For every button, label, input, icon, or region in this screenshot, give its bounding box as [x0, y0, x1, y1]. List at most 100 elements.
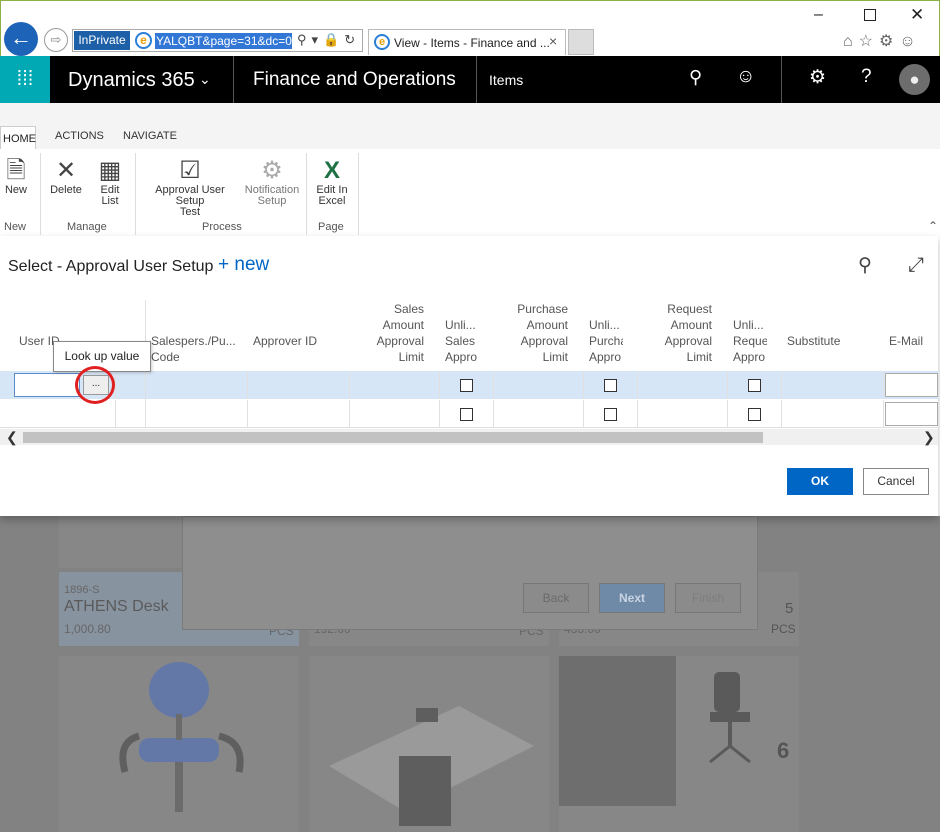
- feedback-smiley-icon[interactable]: ☺: [736, 66, 755, 88]
- edit-list-button[interactable]: ▦ Edit List: [92, 157, 128, 207]
- checkbox[interactable]: [748, 408, 761, 421]
- cell-substitute[interactable]: [782, 400, 884, 428]
- cell-request-limit[interactable]: [638, 400, 728, 428]
- forward-arrow-icon[interactable]: ⇨: [44, 28, 68, 52]
- cell-unlimited-sales[interactable]: [440, 371, 494, 399]
- collapse-ribbon-icon[interactable]: ⌃: [928, 219, 938, 233]
- item-tile-chair: [59, 656, 299, 832]
- settings-gear-icon[interactable]: ⚙: [809, 66, 826, 89]
- checkbox[interactable]: [604, 379, 617, 392]
- cell-unlimited-request[interactable]: [728, 400, 782, 428]
- address-bar-icons[interactable]: ⚲▾🔒↻: [297, 32, 360, 48]
- search-icon[interactable]: ⚲: [689, 67, 702, 88]
- app-launcher-icon[interactable]: ⁞⁞⁞: [0, 56, 50, 103]
- minimize-icon[interactable]: –: [814, 6, 823, 24]
- email-input[interactable]: [885, 373, 938, 397]
- cancel-button[interactable]: Cancel: [863, 468, 929, 495]
- header-line: Approval: [376, 334, 424, 348]
- notification-setup-button[interactable]: ⚙ Notification Setup: [243, 157, 301, 207]
- browser-tab[interactable]: e View - Items - Finance and ... ×: [368, 29, 566, 55]
- item-tile-dark: 6: [559, 656, 799, 832]
- cell-unlimited-request[interactable]: [728, 371, 782, 399]
- cell-approver-id[interactable]: [248, 400, 350, 428]
- page-breadcrumb[interactable]: Items: [489, 72, 523, 88]
- maximize-icon[interactable]: [864, 9, 876, 21]
- cell-request-limit[interactable]: [638, 371, 728, 399]
- ie-logo-icon: e: [374, 34, 390, 50]
- expand-icon[interactable]: ⤢: [908, 254, 924, 277]
- cell-approver-id[interactable]: [248, 371, 350, 399]
- search-icon[interactable]: ⚲: [297, 32, 312, 47]
- user-id-input[interactable]: [14, 373, 80, 397]
- cell-salesperson[interactable]: [146, 400, 248, 428]
- new-button[interactable]: 🗎 New: [2, 157, 30, 196]
- col-substitute[interactable]: Substitute: [787, 333, 840, 349]
- col-unlimited-sales[interactable]: Unli... Sales Appro: [445, 317, 479, 365]
- cell-unlimited-purchase[interactable]: [584, 371, 638, 399]
- tab-title: View - Items - Finance and ...: [394, 36, 550, 50]
- checkbox[interactable]: [460, 379, 473, 392]
- new-tab-button[interactable]: [568, 29, 594, 55]
- refresh-icon[interactable]: ↻: [344, 32, 360, 47]
- settings-gear-icon[interactable]: ⚙: [879, 33, 899, 50]
- email-input[interactable]: [885, 402, 938, 426]
- cell-unlimited-purchase[interactable]: [584, 400, 638, 428]
- cell[interactable]: [116, 400, 146, 428]
- delete-button[interactable]: ✕ Delete: [47, 157, 85, 196]
- wizard-next-button: Next: [599, 583, 665, 613]
- scroll-right-icon[interactable]: ❯: [923, 429, 935, 445]
- checkbox[interactable]: [748, 379, 761, 392]
- col-email[interactable]: E-Mail: [889, 333, 923, 349]
- tab-close-icon[interactable]: ×: [549, 33, 557, 49]
- cell-substitute[interactable]: [782, 371, 884, 399]
- ok-button[interactable]: OK: [787, 468, 853, 495]
- checkbox[interactable]: [460, 408, 473, 421]
- chevron-down-icon[interactable]: ⌄: [199, 71, 211, 88]
- header-line: Appro: [445, 350, 478, 364]
- table-row[interactable]: ...: [0, 371, 938, 399]
- scroll-left-icon[interactable]: ❮: [6, 429, 18, 445]
- edit-list-label-2: List: [101, 195, 119, 207]
- search-icon[interactable]: ⚲: [858, 254, 872, 277]
- browser-toolbar-icons[interactable]: ⌂☆⚙☺: [843, 31, 922, 51]
- brand-title[interactable]: Dynamics 365: [68, 69, 195, 92]
- approval-user-setup-test-button[interactable]: ☑ Approval User Setup Test: [140, 157, 240, 218]
- tab-actions[interactable]: ACTIONS: [55, 130, 104, 142]
- item-price: 1,000.80: [64, 622, 111, 636]
- cell-user-id[interactable]: [0, 400, 116, 428]
- action-pane: HOME ACTIONS NAVIGATE 🗎 New New ✕ Delete…: [0, 103, 940, 236]
- cell-salesperson[interactable]: [146, 371, 248, 399]
- dropdown-icon[interactable]: ▾: [312, 32, 324, 47]
- header-line: Sales: [393, 302, 424, 316]
- scrollbar-thumb[interactable]: [23, 432, 763, 443]
- edit-in-excel-button[interactable]: X Edit In Excel: [312, 157, 352, 207]
- tab-navigate[interactable]: NAVIGATE: [123, 130, 177, 142]
- cell-sales-limit[interactable]: [350, 371, 440, 399]
- col-sales-amount-limit[interactable]: Sales Amount Approval Limit: [350, 301, 424, 365]
- favorites-star-icon[interactable]: ☆: [859, 33, 879, 50]
- group-divider: [306, 153, 307, 235]
- cell-unlimited-sales[interactable]: [440, 400, 494, 428]
- col-purchase-amount-limit[interactable]: Purchase Amount Approval Limit: [494, 301, 568, 365]
- cell-purchase-limit[interactable]: [494, 371, 584, 399]
- cell-sales-limit[interactable]: [350, 400, 440, 428]
- col-request-amount-limit[interactable]: Request Amount Approval Limit: [638, 301, 712, 365]
- col-approver-id[interactable]: Approver ID: [253, 333, 317, 349]
- col-unlimited-purchase[interactable]: Unli... Purcha Appro: [589, 317, 623, 365]
- tab-home[interactable]: HOME: [0, 126, 36, 150]
- cell[interactable]: [116, 371, 146, 399]
- back-arrow-icon[interactable]: ←: [4, 22, 38, 56]
- cell-purchase-limit[interactable]: [494, 400, 584, 428]
- smiley-icon[interactable]: ☺: [899, 33, 921, 50]
- new-record-button[interactable]: + new: [218, 254, 269, 276]
- url-text[interactable]: YALQBT&page=31&dc=0: [155, 33, 292, 49]
- close-icon[interactable]: ✕: [910, 5, 924, 25]
- col-unlimited-request[interactable]: Unli... Reque Appro: [733, 317, 767, 365]
- horizontal-scrollbar[interactable]: ❮ ❯: [0, 429, 938, 445]
- table-row[interactable]: [0, 400, 938, 428]
- home-icon[interactable]: ⌂: [843, 33, 859, 50]
- user-avatar-icon[interactable]: ●: [899, 64, 930, 95]
- checkbox[interactable]: [604, 408, 617, 421]
- col-salesperson[interactable]: Salespers./Pu... Code: [151, 333, 241, 365]
- help-icon[interactable]: ?: [861, 66, 872, 88]
